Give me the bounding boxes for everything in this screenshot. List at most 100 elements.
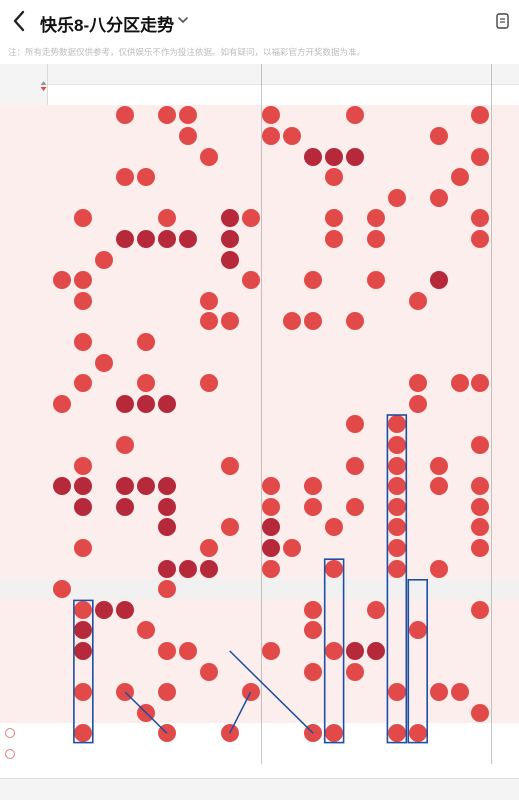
- picked-ball[interactable]: [157, 724, 176, 743]
- table-row: [0, 167, 519, 188]
- number-ball: [429, 126, 448, 145]
- zone-separator: [490, 64, 492, 765]
- number-ball: [429, 477, 448, 496]
- table-row: [0, 352, 519, 373]
- number-ball-cold: [220, 209, 239, 228]
- number-ball-cold: [157, 477, 176, 496]
- picked-ball[interactable]: [387, 724, 406, 743]
- number-ball: [387, 456, 406, 475]
- number-ball-cold: [157, 229, 176, 248]
- number-ball: [241, 683, 260, 702]
- number-ball-cold: [346, 147, 365, 166]
- picked-ball[interactable]: [325, 724, 344, 743]
- number-ball: [450, 683, 469, 702]
- number-ball: [199, 374, 218, 393]
- number-ball: [408, 621, 427, 640]
- number-ball: [387, 188, 406, 207]
- number-ball-cold: [178, 229, 197, 248]
- number-ball: [199, 662, 218, 681]
- number-ball: [387, 497, 406, 516]
- number-ball: [199, 291, 218, 310]
- table-row: [0, 435, 519, 456]
- number-ball: [450, 168, 469, 187]
- number-ball: [137, 703, 156, 722]
- number-ball: [450, 374, 469, 393]
- number-ball: [471, 147, 490, 166]
- number-ball: [366, 600, 385, 619]
- number-ball-cold: [157, 394, 176, 413]
- number-ball-cold: [137, 394, 156, 413]
- number-ball-cold: [220, 229, 239, 248]
- number-ball: [199, 147, 218, 166]
- number-ball: [262, 559, 281, 578]
- number-ball: [408, 394, 427, 413]
- number-ball: [408, 291, 427, 310]
- table-row: [0, 249, 519, 270]
- number-ball: [199, 312, 218, 331]
- number-ball: [366, 229, 385, 248]
- number-ball: [157, 580, 176, 599]
- table-row: [0, 578, 519, 600]
- number-ball-cold: [325, 147, 344, 166]
- number-ball: [429, 456, 448, 475]
- table-row: [0, 311, 519, 332]
- number-ball: [220, 518, 239, 537]
- picked-ball[interactable]: [304, 724, 323, 743]
- picked-ball[interactable]: [74, 724, 93, 743]
- number-ball-cold: [157, 559, 176, 578]
- picked-ball[interactable]: [220, 724, 239, 743]
- table-row: [0, 414, 519, 435]
- number-ball: [304, 497, 323, 516]
- zone-separator: [261, 64, 262, 765]
- number-ball: [157, 683, 176, 702]
- table-row: [0, 702, 519, 723]
- table-row: [0, 661, 519, 682]
- table-row: [0, 229, 519, 250]
- number-ball: [304, 600, 323, 619]
- table-row: [0, 146, 519, 167]
- zone-header-bar: [0, 64, 519, 85]
- number-ball: [74, 456, 93, 475]
- number-ball: [325, 559, 344, 578]
- number-ball: [325, 641, 344, 660]
- number-ball: [346, 497, 365, 516]
- number-ball: [387, 683, 406, 702]
- number-ball-cold: [220, 250, 239, 269]
- number-ball-cold: [116, 394, 135, 413]
- number-ball-cold: [304, 147, 323, 166]
- number-ball: [387, 435, 406, 454]
- sort-icon[interactable]: [40, 80, 47, 92]
- number-ball-cold: [199, 559, 218, 578]
- zone-footer-bar: [0, 778, 519, 800]
- number-ball: [241, 271, 260, 290]
- select-circle-icon[interactable]: [5, 748, 15, 759]
- picked-ball[interactable]: [408, 724, 427, 743]
- number-ball: [241, 209, 260, 228]
- number-ball: [429, 683, 448, 702]
- number-ball-cold: [116, 229, 135, 248]
- number-ball: [178, 126, 197, 145]
- number-ball: [116, 435, 135, 454]
- number-ball: [74, 600, 93, 619]
- number-ball-cold: [116, 600, 135, 619]
- number-ball-cold: [366, 641, 385, 660]
- table-row: [0, 105, 519, 126]
- table-row: [0, 393, 519, 414]
- number-ball: [178, 641, 197, 660]
- number-ball: [325, 229, 344, 248]
- number-ball: [366, 271, 385, 290]
- number-ball-cold: [429, 271, 448, 290]
- number-ball: [137, 332, 156, 351]
- number-ball: [429, 188, 448, 207]
- number-ball: [387, 538, 406, 557]
- number-ball-cold: [178, 559, 197, 578]
- select-circle-icon[interactable]: [5, 728, 15, 738]
- trend-table: [0, 0, 519, 800]
- number-ball-cold: [346, 641, 365, 660]
- number-ball: [95, 353, 114, 372]
- number-ball-cold: [157, 497, 176, 516]
- number-ball: [429, 559, 448, 578]
- number-ball: [220, 312, 239, 331]
- number-ball: [95, 250, 114, 269]
- number-ball: [157, 641, 176, 660]
